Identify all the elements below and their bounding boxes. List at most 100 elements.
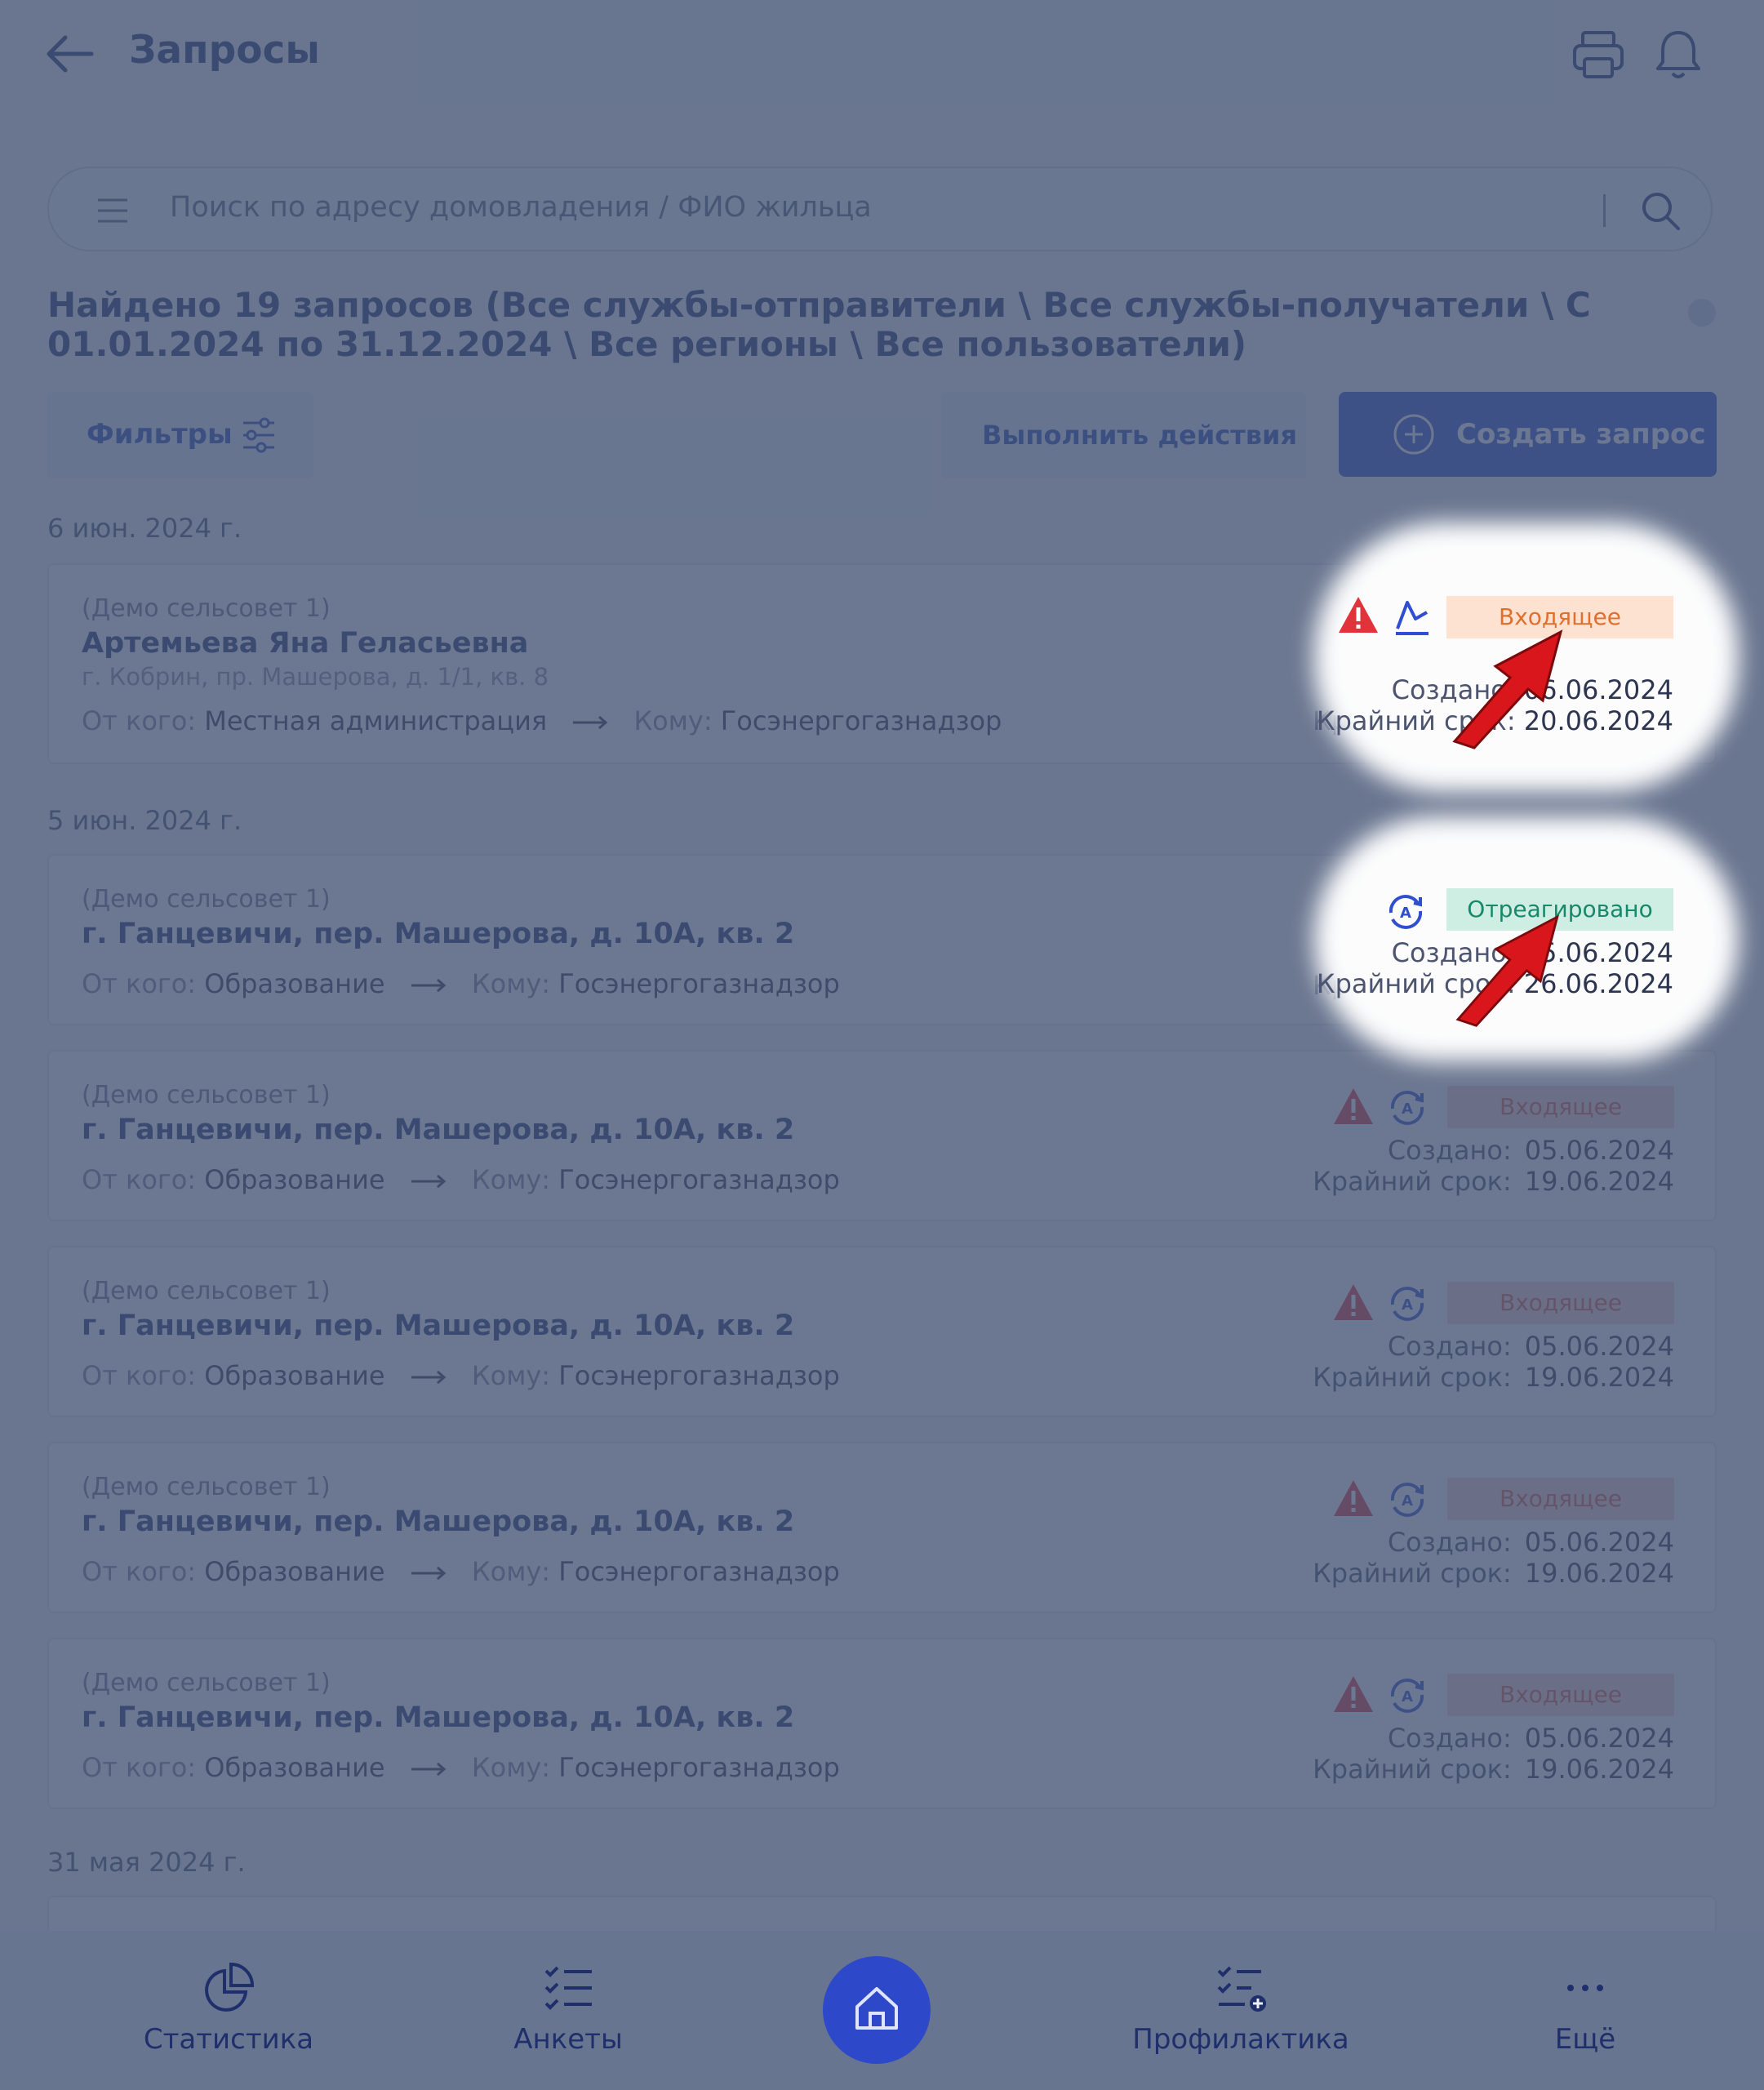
from-label: От кого: — [82, 1164, 197, 1195]
request-name: г. Ганцевичи, пер. Машерова, д. 10А, кв.… — [82, 918, 795, 950]
nav-statistics[interactable]: Статистика — [131, 1959, 327, 2056]
request-address: г. Кобрин, пр. Машерова, д. 1/1, кв. 8 — [82, 663, 549, 691]
status-badge: Входящее — [1447, 1086, 1674, 1128]
created-date: 05.06.2024 — [1524, 1135, 1674, 1166]
request-name: г. Ганцевичи, пер. Машерова, д. 10А, кв.… — [82, 1505, 795, 1538]
nav-label: Статистика — [143, 2023, 314, 2056]
request-name: г. Ганцевичи, пер. Машерова, д. 10А, кв.… — [82, 1701, 795, 1734]
to-label: Кому: — [471, 1164, 551, 1195]
request-from: Образование — [204, 1752, 385, 1783]
request-deadline: Крайний срок: 19.06.2024 — [1313, 1362, 1674, 1393]
warning-icon — [1334, 1088, 1373, 1124]
from-label: От кого: — [82, 705, 197, 736]
deadline-label: Крайний срок: — [1313, 1754, 1512, 1785]
request-route: От кого: Образование Кому: Госэнергогазн… — [82, 1752, 840, 1783]
deadline-date: 19.06.2024 — [1524, 1754, 1674, 1785]
group-date: 5 июн. 2024 г. — [47, 805, 242, 836]
request-to: Госэнергогазнадзор — [720, 705, 1002, 736]
request-deadline: Крайний срок: 19.06.2024 — [1313, 1166, 1674, 1197]
signature-icon — [1396, 601, 1429, 635]
request-card[interactable]: (Демо сельсовет 1) г. Ганцевичи, пер. Ма… — [47, 1442, 1717, 1613]
created-label: Создано: — [1387, 1723, 1512, 1754]
request-to: Госэнергогазнадзор — [558, 1164, 840, 1195]
warning-icon — [1334, 1284, 1373, 1320]
svg-text:A: A — [1400, 905, 1411, 922]
request-from: Образование — [204, 1556, 385, 1587]
auto-refresh-icon: A — [1390, 1287, 1424, 1321]
request-org: (Демо сельсовет 1) — [82, 1277, 331, 1305]
status-badge: Входящее — [1447, 1674, 1674, 1716]
svg-text:A: A — [1402, 1688, 1413, 1705]
from-label: От кого: — [82, 968, 197, 999]
create-request-button[interactable]: Создать запрос — [1339, 392, 1717, 477]
request-to: Госэнергогазнадзор — [558, 1752, 840, 1783]
arrow-right-icon — [411, 1566, 447, 1581]
request-card[interactable]: (Демо сельсовет 1) г. Ганцевичи, пер. Ма… — [47, 1246, 1717, 1417]
to-label: Кому: — [471, 1556, 551, 1587]
more-icon — [1567, 1985, 1603, 1991]
search-icon[interactable] — [1639, 189, 1682, 232]
plus-circle-icon — [1393, 414, 1434, 455]
to-label: Кому: — [471, 968, 551, 999]
nav-prevention[interactable]: Профилактика — [1126, 1959, 1355, 2056]
arrow-right-icon — [411, 1370, 447, 1385]
sliders-icon — [243, 417, 274, 453]
deadline-date: 19.06.2024 — [1524, 1362, 1674, 1393]
actions-button[interactable]: Выполнить действия — [941, 392, 1306, 478]
request-created: Создано: 05.06.2024 — [1388, 1527, 1674, 1558]
request-name: Артемьева Яна Геласьевна — [82, 627, 529, 660]
created-date: 05.06.2024 — [1524, 1723, 1674, 1754]
nav-label: Анкеты — [513, 2023, 623, 2056]
filters-button[interactable]: Фильтры — [47, 392, 313, 478]
warning-icon — [1339, 597, 1378, 633]
request-org: (Демо сельсовет 1) — [82, 1081, 331, 1109]
request-card[interactable]: (Демо сельсовет 1) г. Ганцевичи, пер. Ма… — [47, 1638, 1717, 1809]
from-label: От кого: — [82, 1752, 197, 1783]
request-card[interactable]: (Демо сельсовет 1) г. Ганцевичи, пер. Ма… — [47, 1050, 1717, 1221]
request-org: (Демо сельсовет 1) — [82, 885, 331, 914]
page-title: Запросы — [129, 28, 320, 73]
deadline-date: 19.06.2024 — [1524, 1558, 1674, 1589]
created-label: Создано: — [1387, 1331, 1512, 1362]
nav-more[interactable]: Ещё — [1487, 1959, 1683, 2056]
home-icon — [855, 1987, 898, 2030]
arrow-right-icon — [411, 1174, 447, 1189]
to-label: Кому: — [471, 1752, 551, 1783]
created-date: 05.06.2024 — [1524, 1527, 1674, 1558]
nav-surveys[interactable]: Анкеты — [470, 1959, 666, 2056]
info-icon[interactable] — [1688, 299, 1716, 327]
menu-icon[interactable] — [96, 198, 129, 224]
group-date: 6 июн. 2024 г. — [47, 513, 242, 544]
from-label: От кого: — [82, 1360, 197, 1391]
from-label: От кого: — [82, 1556, 197, 1587]
search-input[interactable]: Поиск по адресу домовладения / ФИО жильц… — [170, 191, 872, 224]
auto-refresh-icon: A — [1390, 1091, 1424, 1125]
request-route: От кого: Образование Кому: Госэнергогазн… — [82, 1556, 840, 1587]
request-from: Образование — [204, 1360, 385, 1391]
arrow-right-icon — [411, 1762, 447, 1776]
deadline-date: 19.06.2024 — [1524, 1166, 1674, 1197]
nav-label: Профилактика — [1132, 2023, 1349, 2056]
filters-label: Фильтры — [87, 418, 233, 451]
to-label: Кому: — [471, 1360, 551, 1391]
request-to: Госэнергогазнадзор — [558, 1556, 840, 1587]
pie-chart-icon — [205, 1962, 255, 2012]
request-from: Образование — [204, 968, 385, 999]
checklist-add-icon — [1217, 1966, 1266, 2012]
request-route: От кого: Образование Кому: Госэнергогазн… — [82, 968, 840, 999]
deadline-label: Крайний срок: — [1313, 1166, 1512, 1197]
request-created: Создано: 05.06.2024 — [1388, 1135, 1674, 1166]
request-route: От кого: Образование Кому: Госэнергогазн… — [82, 1360, 840, 1391]
bell-icon[interactable] — [1651, 28, 1705, 82]
request-route: От кого: Местная администрация Кому: Гос… — [82, 705, 1002, 736]
arrow-right-icon — [411, 978, 447, 993]
nav-home[interactable] — [823, 1956, 931, 2064]
request-to: Госэнергогазнадзор — [558, 1360, 840, 1391]
svg-text:A: A — [1402, 1101, 1413, 1118]
auto-refresh-icon: A — [1390, 1483, 1424, 1517]
svg-text:A: A — [1402, 1296, 1413, 1314]
request-route: От кого: Образование Кому: Госэнергогазн… — [82, 1164, 840, 1195]
printer-icon[interactable] — [1571, 28, 1625, 82]
to-label: Кому: — [633, 705, 713, 736]
arrow-left-icon[interactable] — [44, 33, 95, 75]
